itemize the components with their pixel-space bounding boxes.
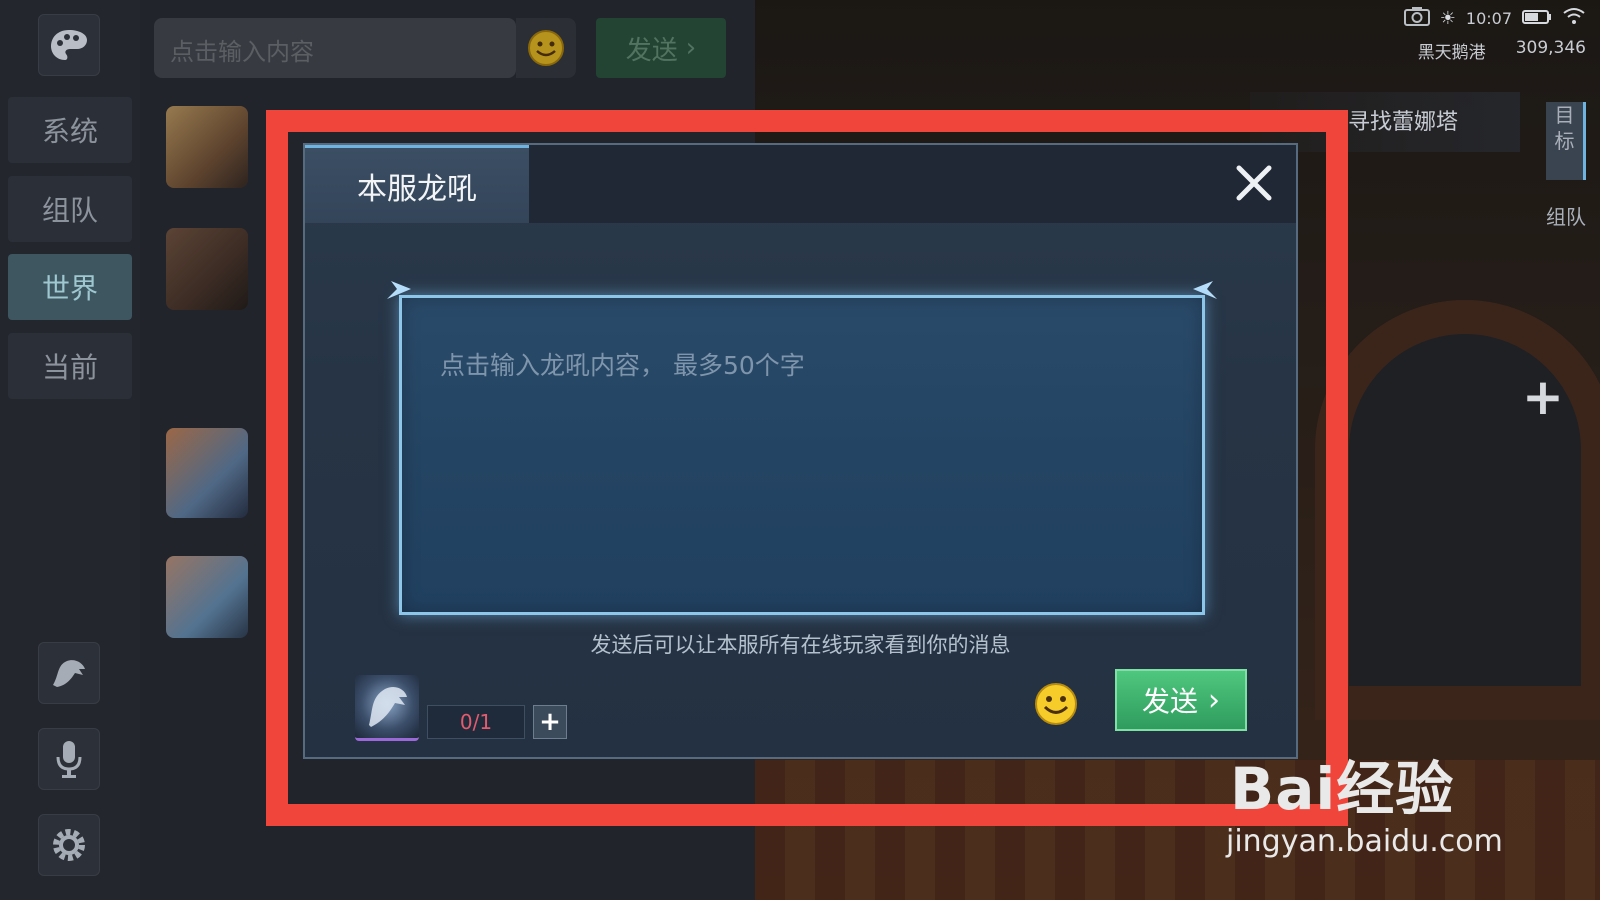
location-name: 黑天鹅港 (1417, 43, 1486, 63)
microphone-icon[interactable] (38, 728, 100, 790)
palette-icon[interactable] (38, 14, 100, 76)
camera-icon[interactable] (1403, 6, 1430, 30)
game-screen: ☀ 10:07 黑天鹅港 309,346 寻找蕾娜塔 目标 组队 + 系统 组队… (0, 0, 1600, 900)
coordinates: 309,346 (1515, 38, 1586, 58)
emoji-icon[interactable] (1033, 681, 1079, 727)
dragon-icon[interactable] (38, 642, 100, 704)
send-label: 发送 (1141, 685, 1198, 718)
brightness-icon: ☀ (1439, 7, 1456, 29)
battery-icon (1522, 9, 1552, 28)
status-hud: ☀ 10:07 黑天鹅港 309,346 (1403, 6, 1586, 63)
roar-input-placeholder: 点击输入龙吼内容， 最多50个字 (440, 351, 805, 380)
watermark: Bai经验 jingyan.baidu.com (1226, 742, 1503, 859)
chevron-right-icon: › (1208, 682, 1220, 718)
chat-channel-rail: 系统 组队 世界 当前 (0, 0, 140, 900)
watermark-brand: Bai经验 (1230, 755, 1455, 823)
clock: 10:07 (1465, 8, 1512, 28)
close-icon[interactable] (1234, 163, 1274, 203)
item-count: 0/1 (427, 705, 525, 739)
send-button[interactable]: 发送 › (1115, 669, 1247, 731)
roar-hint: 发送后可以让本服所有在线玩家看到你的消息 (590, 633, 1011, 657)
expand-plus-icon[interactable]: + (1522, 368, 1564, 426)
side-tab-target[interactable]: 目标 (1546, 102, 1586, 180)
settings-gear-icon[interactable] (38, 814, 100, 876)
tab-server-roar[interactable]: 本服龙吼 (305, 145, 529, 223)
watermark-url: jingyan.baidu.com (1226, 824, 1503, 859)
quest-text: 寻找蕾娜塔 (1348, 110, 1459, 135)
wifi-icon (1562, 7, 1586, 29)
tab-world[interactable]: 世界 (8, 254, 132, 320)
dragon-roar-dialog: 本服龙吼 点击输入龙吼内容， 最多50个字 发送后可以让本服所有在线玩家看到你的… (303, 143, 1298, 759)
add-item-button[interactable]: + (533, 705, 567, 739)
dragon-horn-item-icon[interactable] (355, 675, 419, 741)
dialog-header: 本服龙吼 (305, 145, 1296, 223)
tab-current[interactable]: 当前 (8, 333, 132, 399)
side-tab-team[interactable]: 组队 (1546, 204, 1586, 230)
roar-message-input[interactable]: 点击输入龙吼内容， 最多50个字 (399, 295, 1205, 615)
tab-team[interactable]: 组队 (8, 176, 132, 242)
tab-system[interactable]: 系统 (8, 97, 132, 163)
